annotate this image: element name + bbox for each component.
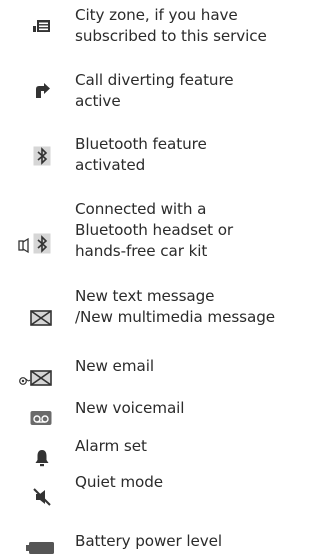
city-zone-icon (32, 18, 72, 34)
icon-description: New email (75, 357, 154, 375)
icon-description: Battery power level (75, 532, 223, 550)
icon-description: New text message /New multimedia message (75, 287, 275, 326)
icon-description: Connected with a Bluetooth headset or ha… (75, 200, 234, 260)
quiet-mode-icon (32, 487, 72, 507)
icon-description: Call diverting feature active (75, 71, 234, 110)
battery-icon (26, 541, 66, 555)
voicemail-icon (30, 410, 70, 426)
bluetooth-headset-icon (18, 233, 58, 255)
envelope-icon (30, 310, 70, 326)
icon-description: New voicemail (75, 399, 185, 417)
icon-description: Bluetooth feature activated (75, 135, 207, 174)
email-icon (18, 369, 58, 387)
icon-description: Alarm set (75, 437, 147, 455)
bluetooth-icon (33, 146, 73, 166)
icon-description: Quiet mode (75, 473, 163, 491)
icon-description: City zone, if you have subscribed to thi… (75, 6, 267, 45)
alarm-bell-icon (34, 449, 74, 467)
call-divert-icon (34, 82, 74, 100)
